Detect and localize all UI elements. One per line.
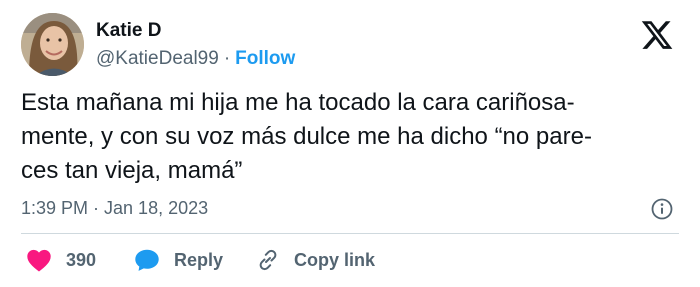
reply-label: Reply: [174, 249, 224, 270]
timestamp[interactable]: 1:39 PM · Jan 18, 2023: [21, 198, 208, 219]
like-button[interactable]: 390: [26, 244, 96, 276]
speech-bubble-icon: [135, 249, 159, 271]
reply-button[interactable]: Reply: [134, 244, 223, 276]
copy-link-button[interactable]: Copy link: [256, 244, 375, 276]
display-name[interactable]: Katie D: [96, 20, 161, 42]
handle[interactable]: @KatieDeal99: [96, 48, 219, 69]
divider: [21, 233, 679, 234]
like-count: 390: [66, 249, 97, 270]
follow-button[interactable]: Follow: [235, 48, 295, 69]
tweet-text-line: ces tan vieja, mamá”: [21, 157, 243, 184]
copy-link-label: Copy link: [294, 249, 376, 270]
heart-icon: [27, 249, 51, 272]
tweet-text-line: mente, y con su voz más dulce me ha dich…: [21, 123, 592, 150]
x-logo-icon[interactable]: [640, 18, 674, 52]
handle-line: @KatieDeal99 · Follow: [96, 48, 295, 70]
tweet-text-line: Esta mañana mi hija me ha tocado la cara…: [21, 89, 575, 116]
link-icon: [259, 249, 277, 271]
tweet-text: Esta mañana mi hija me ha tocado la cara…: [21, 86, 681, 188]
avatar[interactable]: [21, 13, 84, 76]
separator: ·: [223, 48, 231, 69]
info-icon[interactable]: [651, 198, 673, 220]
